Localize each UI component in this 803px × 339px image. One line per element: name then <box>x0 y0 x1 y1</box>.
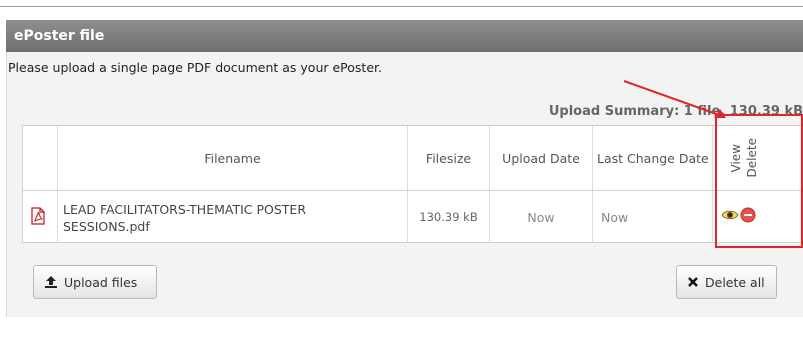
upload-instruction: Please upload a single page PDF document… <box>8 60 382 75</box>
upload-date-column-header[interactable]: Upload Date <box>490 126 593 190</box>
filename-line-2: SESSIONS.pdf <box>63 219 150 234</box>
panel-header: ePoster file <box>6 20 803 52</box>
filename-column-header[interactable]: Filename <box>58 126 408 190</box>
table-header-row: Filename Filesize Upload Date Last Chang… <box>23 126 802 191</box>
upload-date-cell: Now <box>490 191 593 243</box>
last-change-date-cell: Now <box>593 191 713 243</box>
panel-title: ePoster file <box>14 28 105 44</box>
file-icon-cell <box>23 191 58 243</box>
annotation-highlight-box <box>715 114 803 248</box>
top-divider <box>0 6 803 7</box>
last-change-date-column-header[interactable]: Last Change Date <box>593 126 713 190</box>
delete-all-button[interactable]: Delete all <box>676 265 777 299</box>
upload-files-button[interactable]: Upload files <box>33 265 157 299</box>
upload-icon <box>45 276 57 288</box>
x-icon <box>688 277 698 287</box>
filename-cell: LEAD FACILITATORS-THEMATIC POSTER SESSIO… <box>58 191 408 243</box>
file-table: Filename Filesize Upload Date Last Chang… <box>22 125 803 243</box>
table-row: LEAD FACILITATORS-THEMATIC POSTER SESSIO… <box>23 191 802 243</box>
icon-column-header <box>23 126 58 190</box>
filesize-column-header[interactable]: Filesize <box>408 126 490 190</box>
filesize-cell: 130.39 kB <box>408 191 490 243</box>
filename-line-1: LEAD FACILITATORS-THEMATIC POSTER <box>63 202 307 217</box>
pdf-file-icon[interactable] <box>30 207 46 225</box>
